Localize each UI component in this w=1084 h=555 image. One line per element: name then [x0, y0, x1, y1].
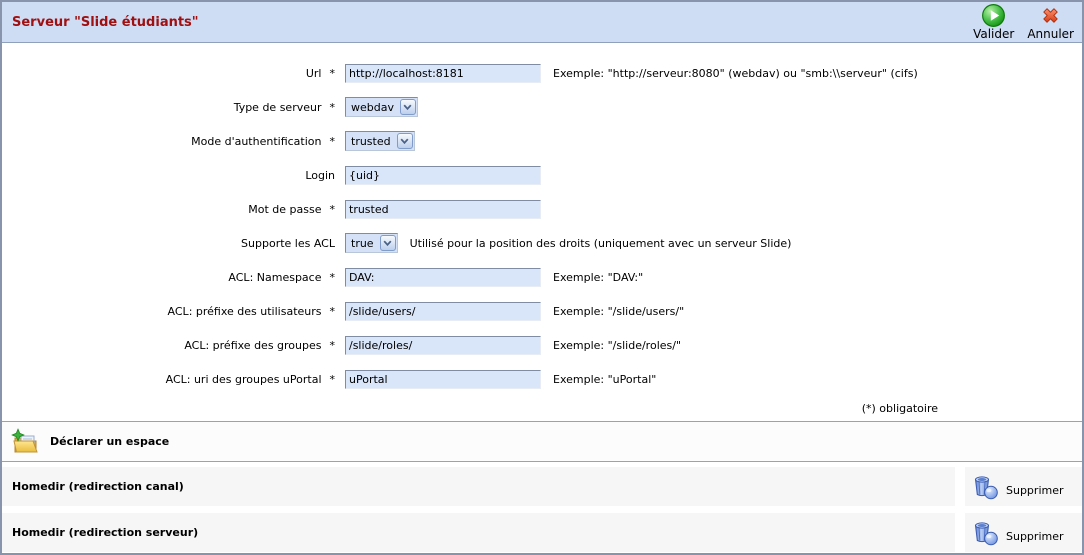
space-name-cell: Homedir (redirection serveur) [2, 513, 955, 552]
field-url-input[interactable] [345, 64, 541, 83]
field-mode-d-authentification-select[interactable]: trusted [345, 131, 415, 151]
validate-button-label: Valider [973, 28, 1014, 41]
field-label: ACL: uri des groupes uPortal [166, 373, 322, 386]
spaces-list: Homedir (redirection canal) [2, 462, 1082, 552]
cancel-button[interactable]: Annuler [1027, 3, 1074, 41]
field-note: Exemple: "/slide/users/" [553, 305, 684, 318]
space-name: Homedir (redirection serveur) [12, 526, 198, 539]
field-label: Mot de passe [248, 203, 321, 216]
chevron-down-icon [380, 235, 396, 251]
required-marker: * [330, 373, 336, 386]
field-supporte-les-acl-select[interactable]: true [345, 233, 398, 253]
required-marker: * [330, 271, 336, 284]
green-play-circle-icon [981, 3, 1006, 28]
required-marker: * [330, 305, 336, 318]
field-note: Exemple: "uPortal" [553, 373, 656, 386]
field-acl-namespace-input[interactable] [345, 268, 541, 287]
server-config-window: Serveur "Slide étudiants" [0, 0, 1084, 555]
space-name: Homedir (redirection canal) [12, 480, 184, 493]
space-name-cell: Homedir (redirection canal) [2, 467, 955, 506]
space-row-homedir-redirection-canal: Homedir (redirection canal) [2, 467, 1082, 506]
chevron-down-icon [400, 99, 416, 115]
field-label: ACL: préfixe des utilisateurs [168, 305, 322, 318]
delete-space-button[interactable]: Supprimer [965, 467, 1082, 506]
form-row-acl-prefixe-des-groupes: ACL: préfixe des groupes * Exemple: "/sli… [2, 328, 1082, 362]
field-label: Login [305, 169, 335, 182]
header-bar: Serveur "Slide étudiants" [2, 2, 1082, 43]
field-type-de-serveur-select[interactable]: webdav [345, 97, 418, 117]
header-actions: Valider Annuler [973, 3, 1082, 41]
form-row-url: Url * Exemple: "http://serveur:8080" (web… [2, 56, 1082, 90]
form-row-type-de-serveur: Type de serveur * webdav [2, 90, 1082, 124]
form-row-acl-uri-des-groupes-uportal: ACL: uri des groupes uPortal * Exemple: "… [2, 362, 1082, 396]
form-row-login: Login [2, 158, 1082, 192]
red-x-icon [1038, 3, 1063, 28]
cancel-button-label: Annuler [1027, 28, 1074, 41]
field-label: Type de serveur [234, 101, 322, 114]
declare-space-button[interactable]: Déclarer un espace [2, 422, 1082, 462]
form-row-acl-namespace: ACL: Namespace * Exemple: "DAV:" [2, 260, 1082, 294]
blue-trash-icon [971, 519, 999, 547]
select-value: true [346, 237, 380, 250]
form-row-supporte-les-acl: Supporte les ACL true Utilisé pour la po… [2, 226, 1082, 260]
server-form: Url * Exemple: "http://serveur:8080" (web… [2, 43, 1082, 422]
blue-trash-icon [971, 473, 999, 501]
select-value: trusted [346, 135, 397, 148]
form-row-mot-de-passe: Mot de passe * [2, 192, 1082, 226]
page-title: Serveur "Slide étudiants" [2, 15, 199, 30]
select-value: webdav [346, 101, 400, 114]
field-note: Utilisé pour la position des droits (uni… [410, 237, 792, 250]
required-marker: * [330, 135, 336, 148]
field-acl-uri-des-groupes-uportal-input[interactable] [345, 370, 541, 389]
required-footnote: (*) obligatoire [2, 396, 1082, 421]
field-label: Mode d'authentification [191, 135, 321, 148]
space-row-homedir-redirection-serveur: Homedir (redirection serveur) [2, 513, 1082, 552]
field-acl-prefixe-des-utilisateurs-input[interactable] [345, 302, 541, 321]
delete-button-label: Supprimer [1006, 530, 1064, 547]
field-login-input[interactable] [345, 166, 541, 185]
field-note: Exemple: "/slide/roles/" [553, 339, 681, 352]
field-label: ACL: préfixe des groupes [184, 339, 321, 352]
field-label: Supporte les ACL [241, 237, 335, 250]
required-marker: * [330, 339, 336, 352]
declare-space-label: Déclarer un espace [50, 435, 169, 448]
delete-button-label: Supprimer [1006, 484, 1064, 501]
field-label: Url [306, 67, 322, 80]
add-folder-icon [10, 428, 40, 456]
delete-space-button[interactable]: Supprimer [965, 513, 1082, 552]
field-mot-de-passe-input[interactable] [345, 200, 541, 219]
field-acl-prefixe-des-groupes-input[interactable] [345, 336, 541, 355]
form-row-acl-prefixe-des-utilisateurs: ACL: préfixe des utilisateurs * Exemple: … [2, 294, 1082, 328]
field-note: Exemple: "http://serveur:8080" (webdav) … [553, 67, 918, 80]
required-marker: * [330, 67, 336, 80]
validate-button[interactable]: Valider [973, 3, 1014, 41]
chevron-down-icon [397, 133, 413, 149]
required-marker: * [330, 203, 336, 216]
required-marker: * [330, 101, 336, 114]
field-label: ACL: Namespace [228, 271, 321, 284]
form-row-mode-d-authentification: Mode d'authentification * trusted [2, 124, 1082, 158]
field-note: Exemple: "DAV:" [553, 271, 643, 284]
